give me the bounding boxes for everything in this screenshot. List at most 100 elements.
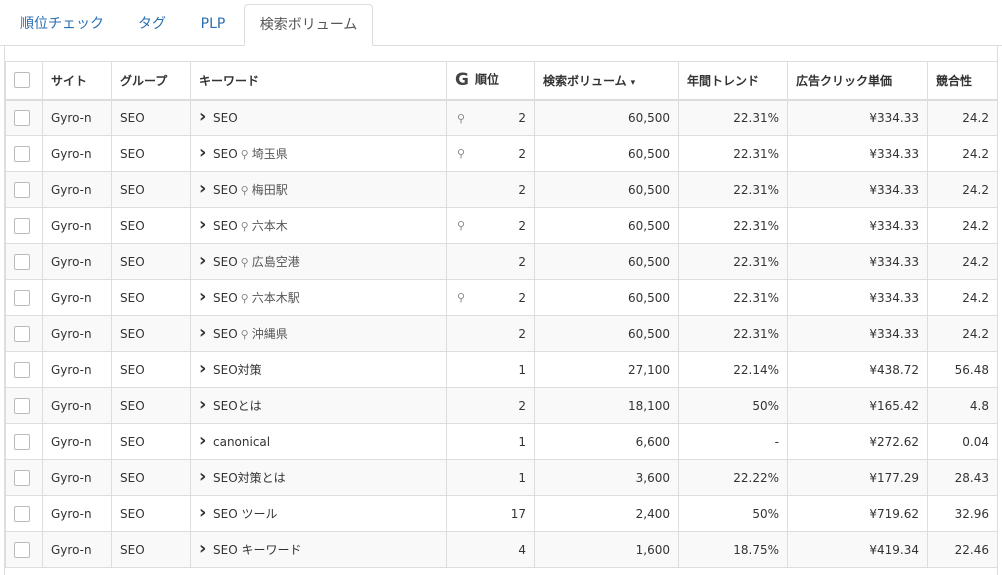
row-checkbox[interactable] xyxy=(14,181,30,198)
table-row[interactable]: Gyro-n SEO › SEO対策とは 1 3,600 22.22% ¥177.29 28.4… xyxy=(5,459,998,496)
cell-keyword[interactable]: › SEO ⚲ 六本木駅 xyxy=(190,279,447,316)
keyword-text[interactable]: SEO キーワード xyxy=(213,543,301,557)
tab-rank-check[interactable]: 順位チェック xyxy=(8,4,116,45)
row-select-cell[interactable] xyxy=(5,171,43,208)
table-row[interactable]: Gyro-n SEO › SEO ⚲ 広島空港 2 60,500 22.31% ¥334.33 24… xyxy=(5,243,998,280)
row-checkbox[interactable] xyxy=(14,217,30,234)
table-row[interactable]: Gyro-n SEO › SEO ⚲ 2 60,500 22.31% ¥334.33 24.2 xyxy=(5,99,998,136)
keyword-text[interactable]: SEO xyxy=(213,183,238,197)
keyword-text[interactable]: SEO xyxy=(213,327,238,341)
keyword-text[interactable]: SEO xyxy=(213,219,238,233)
row-select-cell[interactable] xyxy=(5,351,43,388)
table-row[interactable]: Gyro-n SEO › SEO キーワード 4 1,600 18.75% ¥419.34 22… xyxy=(5,531,998,568)
header-select-all[interactable] xyxy=(5,61,43,101)
row-checkbox[interactable] xyxy=(14,469,30,486)
tab-plp[interactable]: PLP xyxy=(188,4,238,45)
header-volume[interactable]: 検索ボリューム ▾ xyxy=(534,61,679,101)
cell-site: Gyro-n xyxy=(42,387,112,424)
keyword-text[interactable]: SEO対策 xyxy=(213,363,262,377)
cell-competition: 0.04 xyxy=(927,423,998,460)
tab-search-volume[interactable]: 検索ボリューム xyxy=(244,4,373,46)
table-row[interactable]: Gyro-n SEO › canonical 1 6,600- ¥272.62 0.04 xyxy=(5,423,998,460)
row-checkbox[interactable] xyxy=(14,325,30,342)
expand-chevron-icon[interactable]: › xyxy=(199,180,213,198)
keyword-text[interactable]: canonical xyxy=(213,435,270,449)
row-checkbox[interactable] xyxy=(14,361,30,378)
row-select-cell[interactable] xyxy=(5,423,43,460)
expand-chevron-icon[interactable]: › xyxy=(199,540,213,558)
expand-chevron-icon[interactable]: › xyxy=(199,252,213,270)
row-select-cell[interactable] xyxy=(5,243,43,280)
select-all-checkbox[interactable] xyxy=(14,72,30,89)
row-checkbox[interactable] xyxy=(14,109,30,126)
table-row[interactable]: Gyro-n SEO › SEO ⚲ 梅田駅 2 60,500 22.31% ¥334.33 24.… xyxy=(5,171,998,208)
keyword-text[interactable]: SEO対策とは xyxy=(213,471,286,485)
cell-keyword[interactable]: › SEOとは xyxy=(190,387,447,424)
row-checkbox[interactable] xyxy=(14,145,30,162)
expand-chevron-icon[interactable]: › xyxy=(199,504,213,522)
cell-keyword[interactable]: › SEO ⚲ 梅田駅 xyxy=(190,171,447,208)
keyword-text[interactable]: SEO xyxy=(213,291,238,305)
row-checkbox[interactable] xyxy=(14,433,30,450)
rank-value: 1 xyxy=(518,434,526,449)
header-cpc[interactable]: 広告クリック単価 xyxy=(787,61,928,101)
table-row[interactable]: Gyro-n SEO › SEO ⚲ 埼玉県 ⚲ 2 60,500 22.31% ¥334.33 24… xyxy=(5,135,998,172)
row-select-cell[interactable] xyxy=(5,495,43,532)
row-select-cell[interactable] xyxy=(5,387,43,424)
expand-chevron-icon[interactable]: › xyxy=(199,324,213,342)
cell-keyword[interactable]: › SEO ツール xyxy=(190,495,447,532)
cell-trend: 22.31% xyxy=(678,243,788,280)
expand-chevron-icon[interactable]: › xyxy=(199,288,213,306)
row-select-cell[interactable] xyxy=(5,135,43,172)
cell-site: Gyro-n xyxy=(42,243,112,280)
keyword-text[interactable]: SEO xyxy=(213,255,238,269)
keyword-text[interactable]: SEO ツール xyxy=(213,507,277,521)
table-row[interactable]: Gyro-n SEO › SEOとは 2 18,100 50% ¥165.42 4.8 xyxy=(5,387,998,424)
row-checkbox[interactable] xyxy=(14,289,30,306)
row-select-cell[interactable] xyxy=(5,99,43,136)
expand-chevron-icon[interactable]: › xyxy=(199,360,213,378)
table-row[interactable]: Gyro-n SEO › SEO ツール 17 2,400 50% ¥719.62 32.96 xyxy=(5,495,998,532)
expand-chevron-icon[interactable]: › xyxy=(199,216,213,234)
row-select-cell[interactable] xyxy=(5,207,43,244)
row-select-cell[interactable] xyxy=(5,279,43,316)
expand-chevron-icon[interactable]: › xyxy=(199,396,213,414)
cell-keyword[interactable]: › SEO ⚲ 広島空港 xyxy=(190,243,447,280)
cell-keyword[interactable]: › SEO対策とは xyxy=(190,459,447,496)
table-row[interactable]: Gyro-n SEO › SEO ⚲ 六本木 ⚲ 2 60,500 22.31% ¥334.33 24… xyxy=(5,207,998,244)
header-keyword[interactable]: キーワード xyxy=(190,61,447,101)
sort-desc-icon: ▾ xyxy=(630,77,636,88)
header-group[interactable]: グループ xyxy=(111,61,191,101)
cell-keyword[interactable]: › canonical xyxy=(190,423,447,460)
expand-chevron-icon[interactable]: › xyxy=(199,431,213,449)
row-checkbox[interactable] xyxy=(14,541,30,558)
expand-chevron-icon[interactable]: › xyxy=(199,468,213,486)
expand-chevron-icon[interactable]: › xyxy=(199,144,213,162)
cell-keyword[interactable]: › SEO対策 xyxy=(190,351,447,388)
keyword-text[interactable]: SEO xyxy=(213,111,238,125)
header-competition[interactable]: 競合性 xyxy=(927,61,998,101)
header-site[interactable]: サイト xyxy=(42,61,112,101)
row-select-cell[interactable] xyxy=(5,315,43,352)
table-row[interactable]: Gyro-n SEO › SEO対策 1 27,100 22.14% ¥438.72 56.48 xyxy=(5,351,998,388)
row-checkbox[interactable] xyxy=(14,253,30,270)
keyword-text[interactable]: SEOとは xyxy=(213,399,262,413)
cell-keyword[interactable]: › SEO ⚲ 六本木 xyxy=(190,207,447,244)
table-row[interactable]: Gyro-n SEO › SEO ⚲ 六本木駅 ⚲ 2 60,500 22.31% ¥334.33 2… xyxy=(5,279,998,316)
cell-rank: ⚲ 2 xyxy=(446,207,535,244)
row-select-cell[interactable] xyxy=(5,459,43,496)
tab-tags[interactable]: タグ xyxy=(126,4,178,45)
header-trend[interactable]: 年間トレンド xyxy=(678,61,788,101)
cell-keyword[interactable]: › SEO ⚲ 沖縄県 xyxy=(190,315,447,352)
table-row[interactable]: Gyro-n SEO › SEO ⚲ 沖縄県 2 60,500 22.31% ¥334.33 24.… xyxy=(5,315,998,352)
row-select-cell[interactable] xyxy=(5,531,43,568)
keyword-text[interactable]: SEO xyxy=(213,147,238,161)
cell-keyword[interactable]: › SEO ⚲ 埼玉県 xyxy=(190,135,447,172)
row-checkbox[interactable] xyxy=(14,505,30,522)
cell-group: SEO xyxy=(111,495,191,532)
expand-chevron-icon[interactable]: › xyxy=(199,107,213,125)
row-checkbox[interactable] xyxy=(14,397,30,414)
cell-keyword[interactable]: › SEO キーワード xyxy=(190,531,447,568)
cell-keyword[interactable]: › SEO xyxy=(190,99,447,136)
header-rank[interactable]: G 順位 xyxy=(446,61,535,101)
